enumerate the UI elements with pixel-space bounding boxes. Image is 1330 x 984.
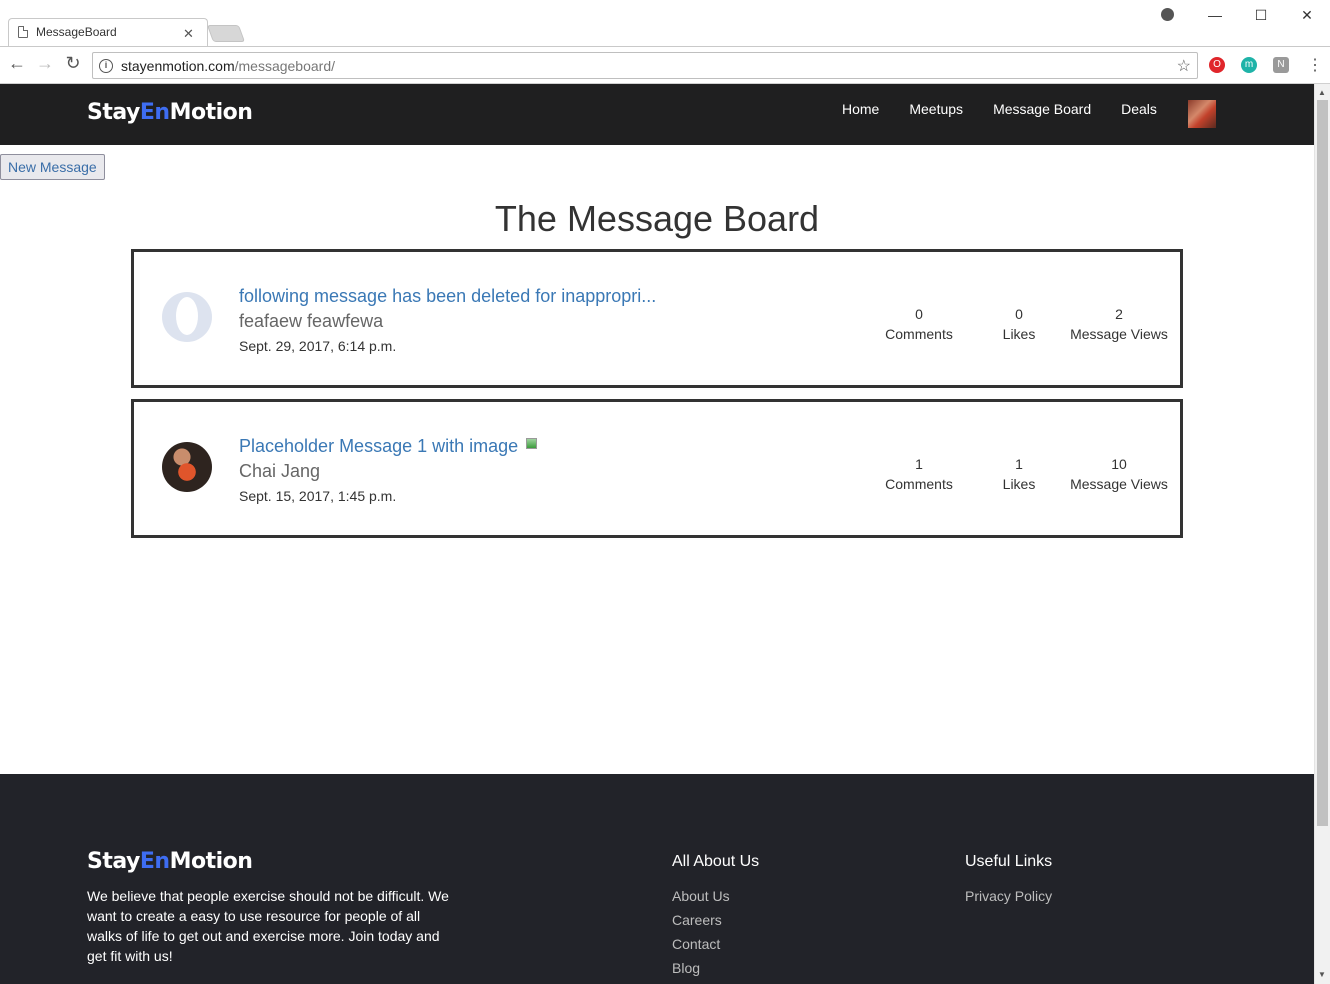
- views-stat: 10 Message Views: [1064, 454, 1174, 494]
- nav-message-board[interactable]: Message Board: [993, 101, 1091, 117]
- reload-icon[interactable]: ↻: [62, 53, 84, 74]
- comments-stat: 0 Comments: [864, 304, 974, 344]
- message-card: following message has been deleted for i…: [131, 249, 1183, 388]
- likes-stat: 1 Likes: [964, 454, 1074, 494]
- m-extension-icon[interactable]: m: [1241, 57, 1257, 73]
- opera-extension-icon[interactable]: O: [1209, 57, 1225, 73]
- maximize-button[interactable]: ☐: [1238, 7, 1284, 24]
- scroll-up-icon[interactable]: ▲: [1318, 88, 1326, 97]
- scroll-thumb[interactable]: [1317, 100, 1328, 826]
- bookmark-star-icon[interactable]: ☆: [1177, 56, 1191, 76]
- footer-about-text: We believe that people exercise should n…: [87, 888, 449, 964]
- message-date: Sept. 29, 2017, 6:14 p.m.: [239, 338, 397, 354]
- user-avatar[interactable]: [1188, 100, 1216, 128]
- site-logo[interactable]: StayEnMotion: [87, 100, 253, 125]
- info-icon[interactable]: i: [99, 58, 113, 73]
- message-author: Chai Jang: [239, 461, 321, 481]
- likes-stat: 0 Likes: [964, 304, 1074, 344]
- message-date: Sept. 15, 2017, 1:45 p.m.: [239, 488, 397, 504]
- views-count: 2: [1115, 306, 1123, 322]
- page-icon: [18, 26, 28, 38]
- logo-part-stay: Stay: [87, 100, 140, 125]
- likes-count: 0: [1015, 306, 1023, 322]
- logo-part-motion: Motion: [169, 100, 253, 125]
- avatar: [162, 292, 212, 342]
- comments-count: 1: [915, 456, 923, 472]
- tab-content: MessageBoard: [18, 22, 117, 42]
- close-tab-icon[interactable]: ✕: [183, 26, 194, 42]
- avatar: [162, 442, 212, 492]
- likes-label: Likes: [1002, 476, 1036, 492]
- logo-part-en: En: [139, 100, 170, 125]
- extension-icon[interactable]: N: [1273, 57, 1289, 73]
- nav-home[interactable]: Home: [842, 101, 879, 117]
- scroll-down-icon[interactable]: ▼: [1318, 970, 1326, 979]
- page-viewport: StayEnMotion Home Meetups Message Board …: [0, 84, 1314, 984]
- forward-icon[interactable]: →: [34, 53, 56, 74]
- message-author: feafaew feawfewa: [239, 311, 384, 331]
- likes-count: 1: [1015, 456, 1023, 472]
- footer-link-privacy-policy[interactable]: Privacy Policy: [965, 888, 1052, 904]
- message-title-link[interactable]: Placeholder Message 1 with image: [239, 436, 538, 457]
- window-controls: — ☐ ✕: [1192, 0, 1330, 30]
- menu-icon[interactable]: ⋮: [1307, 55, 1323, 75]
- profile-icon[interactable]: [1161, 8, 1174, 21]
- footer-heading-useful-links: Useful Links: [965, 853, 1053, 870]
- url-path: /messageboard/: [234, 57, 336, 74]
- likes-label: Likes: [1002, 326, 1036, 342]
- tab-title: MessageBoard: [36, 25, 117, 39]
- minimize-button[interactable]: —: [1192, 7, 1238, 23]
- message-title-link[interactable]: following message has been deleted for i…: [239, 286, 656, 307]
- nav-meetups[interactable]: Meetups: [909, 101, 963, 117]
- new-tab-button[interactable]: [206, 25, 246, 42]
- page-title: The Message Board: [494, 198, 820, 239]
- new-message-button[interactable]: New Message: [0, 154, 105, 180]
- footer-link-careers[interactable]: Careers: [672, 912, 722, 928]
- footer-link-about-us[interactable]: About Us: [672, 888, 730, 904]
- views-label: Message Views: [1070, 476, 1168, 492]
- views-label: Message Views: [1070, 326, 1168, 342]
- views-count: 10: [1111, 456, 1127, 472]
- views-stat: 2 Message Views: [1064, 304, 1174, 344]
- comments-label: Comments: [885, 326, 953, 342]
- browser-tabstrip: MessageBoard ✕ — ☐ ✕: [0, 0, 1330, 46]
- site-navbar: StayEnMotion Home Meetups Message Board …: [0, 84, 1314, 145]
- footer-link-contact[interactable]: Contact: [672, 936, 720, 952]
- nav-links: Home Meetups Message Board Deals: [842, 101, 1187, 117]
- comments-label: Comments: [885, 476, 953, 492]
- address-bar[interactable]: i stayenmotion.com/messageboard/ ☆: [92, 52, 1198, 79]
- logo-part-stay: Stay: [87, 849, 140, 874]
- logo-part-en: En: [139, 849, 170, 874]
- url-host: stayenmotion.com: [121, 57, 235, 74]
- vertical-scrollbar[interactable]: ▲ ▼: [1314, 84, 1330, 984]
- footer-logo[interactable]: StayEnMotion: [87, 849, 253, 874]
- footer-heading-about: All About Us: [672, 853, 760, 870]
- message-card: Placeholder Message 1 with image Chai Ja…: [131, 399, 1183, 538]
- back-icon[interactable]: ←: [6, 53, 28, 74]
- browser-toolbar: ← → ↻ i stayenmotion.com/messageboard/ ☆…: [0, 46, 1330, 84]
- image-attachment-icon: [526, 438, 538, 449]
- site-footer: StayEnMotion We believe that people exer…: [0, 774, 1314, 984]
- logo-part-motion: Motion: [169, 849, 253, 874]
- nav-deals[interactable]: Deals: [1121, 101, 1157, 117]
- comments-count: 0: [915, 306, 923, 322]
- message-title-text: Placeholder Message 1 with image: [239, 436, 519, 456]
- footer-link-blog[interactable]: Blog: [672, 960, 700, 976]
- close-window-button[interactable]: ✕: [1284, 7, 1330, 24]
- comments-stat: 1 Comments: [864, 454, 974, 494]
